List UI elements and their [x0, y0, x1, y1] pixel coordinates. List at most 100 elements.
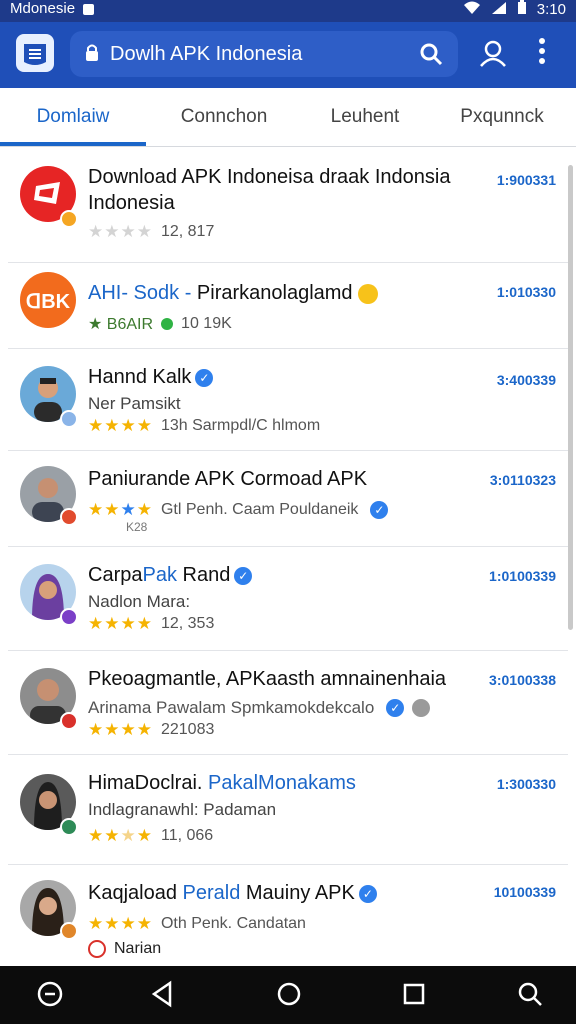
clock-label: 3:10: [536, 1, 566, 18]
status-badge-icon: [60, 410, 78, 428]
rating-count: 13h Sarmpdl/C hlmom: [160, 417, 321, 434]
list-item[interactable]: Pkeoagmantle, APKaasth amnainenhaia Arin…: [8, 650, 568, 755]
online-dot-icon: [161, 318, 174, 330]
app-size: 3:0110323: [489, 472, 556, 488]
status-badge-icon: [60, 922, 78, 940]
account-icon[interactable]: [478, 38, 508, 73]
app-meta: ★★★★ 11, 066: [88, 826, 213, 846]
app-meta: ★★★★ Oth Penk. Candatan: [88, 914, 306, 934]
rating-count: 221083: [160, 721, 215, 738]
carrier-label: Mdonesie: [10, 0, 76, 17]
app-title-highlight: AHI- Sodk -: [88, 282, 192, 304]
system-nav-bar: [0, 966, 576, 1024]
footer-label: Narian: [114, 940, 162, 957]
app-meta-rating: ★★★★ 221083: [88, 720, 214, 740]
search-icon[interactable]: [516, 980, 544, 1013]
overflow-menu-icon[interactable]: [538, 36, 546, 71]
active-tab-indicator: [0, 142, 146, 146]
rating-count: 11, 066: [160, 827, 214, 844]
app-title: Hannd Kalk ✓: [88, 366, 214, 389]
search-icon[interactable]: [418, 41, 444, 72]
publisher-label: ★ B6AIR: [88, 316, 154, 333]
app-meta: ★★★★ Gtl Penh. Caam Pouldaneik ✓: [88, 500, 389, 520]
app-extra-label: K28: [126, 520, 148, 534]
app-size: 1:0100339: [489, 568, 556, 584]
alert-icon: [88, 940, 106, 958]
list-item[interactable]: CarpaPak Rand ✓ Nadlon Mara: ★★★★ 12, 353…: [8, 546, 568, 651]
list-item[interactable]: HimaDoclrai. PakalMonakams Indlagranawhl…: [8, 754, 568, 865]
app-subtitle: Indlagranawhl: Padaman: [88, 800, 277, 819]
verified-badge-icon: [60, 210, 78, 228]
app-subtitle: Nadlon Mara:: [88, 592, 191, 611]
rating-stars-icon: ★★★★: [88, 222, 153, 241]
app-subtitle: Gtl Penh. Caam Pouldaneik: [160, 501, 359, 518]
app-icon: ᗡBK: [20, 272, 76, 328]
verified-check-icon: ✓: [358, 884, 377, 903]
app-size: 10100339: [493, 884, 556, 900]
status-badge-icon: [60, 818, 78, 836]
battery-icon: [517, 0, 527, 20]
list-item[interactable]: Download APK Indoneisa draak Indonsia In…: [8, 148, 568, 263]
tab-download[interactable]: Domlaiw: [0, 88, 146, 146]
rating-stars-icon: ★★★★: [88, 914, 153, 933]
app-title: Download APK Indoneisa draak Indonsia: [88, 166, 451, 188]
tab-leuhent[interactable]: Leuhent: [302, 88, 428, 146]
app-logo-icon[interactable]: [16, 34, 54, 72]
rating-stars-icon: ★★★★: [88, 500, 153, 519]
rating-count: 12, 353: [160, 615, 215, 632]
status-badge-icon: [60, 608, 78, 626]
verified-check-icon: ✓: [386, 699, 405, 717]
app-subtitle: Oth Penk. Candatan: [160, 915, 306, 932]
assistant-icon[interactable]: [36, 980, 64, 1013]
app-subtitle: Arinama Pawalam Spmkamokdekcalo: [88, 698, 375, 717]
tab-bar: Domlaiw Connchon Leuhent Pxqunnck: [0, 88, 576, 147]
home-icon[interactable]: [276, 980, 302, 1013]
list-item[interactable]: Paniurande APK Cormoad APK ★★★★ Gtl Penh…: [8, 450, 568, 547]
verified-check-icon: ✓: [234, 566, 253, 585]
back-icon[interactable]: [150, 980, 174, 1013]
app-list: Download APK Indoneisa draak Indonsia In…: [8, 148, 568, 965]
tab-connection[interactable]: Connchon: [146, 88, 302, 146]
signal-icon: [491, 1, 507, 20]
app-title: HimaDoclrai. PakalMonakams: [88, 772, 356, 794]
app-title-line2: Indonesia: [88, 192, 175, 214]
tab-pxqunnck[interactable]: Pxqunnck: [428, 88, 576, 146]
app-size: 3:400339: [496, 372, 556, 388]
rating-stars-icon: ★★★★: [88, 720, 153, 739]
app-title: Kaqjaload Perald Mauiny APK ✓: [88, 882, 377, 905]
app-title: CarpaPak Rand ✓: [88, 564, 253, 587]
list-item[interactable]: Hannd Kalk ✓ Ner Pamsikt ★★★★ 13h Sarmpdl…: [8, 348, 568, 451]
app-bar: Dowlh APK Indonesia: [0, 22, 576, 88]
verified-check-icon: ✓: [370, 501, 389, 519]
app-size: 1:010330: [496, 284, 556, 300]
recents-icon[interactable]: [402, 980, 426, 1013]
rating-count: 12, 817: [160, 223, 215, 240]
app-size: 1:900331: [496, 172, 556, 188]
search-text[interactable]: Dowlh APK Indonesia: [110, 43, 302, 66]
rating-count: 10 19K: [181, 315, 232, 332]
wifi-icon: [463, 1, 481, 20]
app-meta: ★ B6AIR 10 19K: [88, 314, 232, 334]
app-footer: Narian: [88, 940, 161, 958]
rating-stars-icon: ★★★★: [88, 614, 153, 633]
app-subtitle: Ner Pamsikt: [88, 394, 181, 413]
verified-check-icon: ✓: [195, 368, 214, 387]
app-title: Pkeoagmantle, APKaasth amnainenhaia: [88, 668, 447, 690]
smiley-icon: [358, 283, 379, 304]
app-size: 3:0100338: [489, 672, 556, 688]
app-size: 1:300330: [496, 776, 556, 792]
app-title: Paniurande APK Cormoad APK: [88, 468, 368, 490]
status-bar: Mdonesie 3:10: [0, 0, 576, 22]
app-title: AHI- Sodk - Pirarkanolaglamd: [88, 282, 379, 305]
lock-icon: [84, 43, 100, 68]
scrollbar[interactable]: [568, 165, 573, 630]
rating-stars-icon: ★★★★: [88, 826, 153, 845]
svg-text:ᗡBK: ᗡBK: [26, 291, 71, 313]
notification-icon: [83, 3, 95, 15]
list-item[interactable]: ᗡBK AHI- Sodk - Pirarkanolaglamd ★ B6AIR…: [8, 262, 568, 349]
search-bar[interactable]: Dowlh APK Indonesia: [70, 31, 458, 77]
status-badge-icon: [60, 712, 78, 730]
rating-stars-icon: ★★★★: [88, 416, 153, 435]
list-item[interactable]: Kaqjaload Perald Mauiny APK ✓ ★★★★ Oth Pe…: [8, 864, 568, 965]
app-title-rest: Pirarkanolaglamd: [191, 282, 353, 304]
